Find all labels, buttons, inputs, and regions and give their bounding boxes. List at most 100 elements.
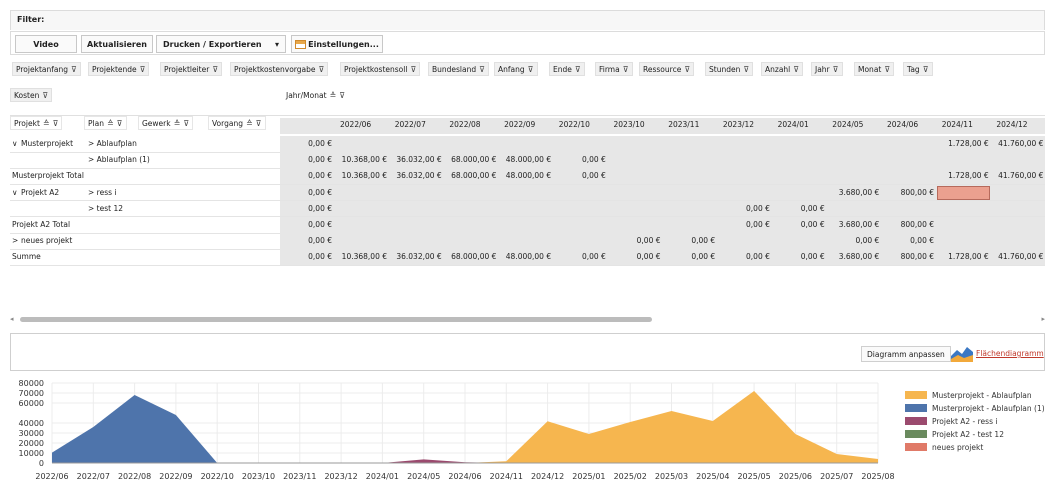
video-button[interactable]: Video [15, 35, 77, 53]
funnel-icon[interactable]: ⊽ [479, 65, 485, 74]
funnel-icon[interactable]: ⊽ [318, 65, 324, 74]
column-header[interactable]: 2022/07 [395, 120, 426, 129]
x-tick-label: 2023/11 [283, 472, 316, 481]
sort-icon[interactable]: ≙ [246, 119, 253, 128]
row-field-chip[interactable]: Vorgang ≙ ⊽ [208, 116, 266, 130]
funnel-icon[interactable]: ⊽ [183, 119, 189, 128]
chevron-down-icon[interactable]: ∨ [12, 188, 18, 197]
row-field-chip[interactable]: Projekt ≙ ⊽ [10, 116, 63, 130]
filter-field-chip[interactable]: Bundesland ⊽ [428, 62, 489, 76]
column-header[interactable]: 2024/01 [778, 120, 809, 129]
funnel-icon[interactable]: ⊽ [256, 119, 262, 128]
table-cell: 0,00 € [746, 203, 770, 213]
x-tick-label: 2024/05 [407, 472, 440, 481]
filter-field-chip[interactable]: Projektleiter ⊽ [160, 62, 223, 76]
filter-field-chip[interactable]: Projektkostensoll ⊽ [340, 62, 421, 76]
scroll-right-icon[interactable]: ▸ [1041, 315, 1045, 323]
chart-type-link[interactable]: Flächendiagramm [976, 349, 1044, 358]
refresh-button[interactable]: Aktualisieren [81, 35, 153, 53]
row-project-label: Musterprojekt Total [12, 171, 84, 181]
print-export-dropdown[interactable]: Drucken / Exportieren ▾ [156, 35, 286, 53]
funnel-icon[interactable]: ⊽ [42, 91, 48, 100]
filter-field-chip[interactable]: Jahr ⊽ [811, 62, 843, 76]
filter-field-chip[interactable]: Ende ⊽ [549, 62, 585, 76]
funnel-icon[interactable]: ⊽ [53, 119, 59, 128]
chevron-right-icon[interactable]: > [12, 236, 18, 245]
column-header[interactable]: 2024/05 [832, 120, 863, 129]
funnel-icon[interactable]: ⊽ [528, 65, 534, 74]
column-header[interactable]: 2024/06 [887, 120, 918, 129]
funnel-icon[interactable]: ⊽ [71, 65, 77, 74]
filter-label: Filter: [17, 15, 45, 24]
x-tick-label: 2025/08 [861, 472, 894, 481]
funnel-icon[interactable]: ⊽ [623, 65, 629, 74]
column-header[interactable]: 2022/08 [449, 120, 480, 129]
funnel-icon[interactable]: ⊽ [884, 65, 890, 74]
filter-field-label: Anzahl [765, 65, 791, 74]
sort-icon[interactable]: ≙ [330, 91, 337, 100]
chart-adjust-button[interactable]: Diagramm anpassen [861, 346, 951, 362]
filter-field-chip[interactable]: Tag ⊽ [903, 62, 933, 76]
filter-field-chip[interactable]: Projektende ⊽ [88, 62, 150, 76]
x-tick-label: 2022/09 [159, 472, 192, 481]
funnel-icon[interactable]: ⊽ [212, 65, 218, 74]
filter-field-chip[interactable]: Stunden ⊽ [705, 62, 754, 76]
row-field-chip[interactable]: Gewerk ≙ ⊽ [138, 116, 194, 130]
scroll-left-icon[interactable]: ◂ [10, 315, 14, 323]
row-plan-label[interactable]: > Ablaufplan [88, 139, 137, 148]
column-field-chip[interactable]: Jahr/Monat ≙ ⊽ [282, 88, 350, 102]
filter-field-chip[interactable]: Ressource ⊽ [639, 62, 695, 76]
column-header[interactable]: 2022/10 [559, 120, 590, 129]
filter-field-label: Monat [858, 65, 882, 74]
filter-field-chip[interactable]: Projektanfang ⊽ [12, 62, 81, 76]
table-cell: 68.000,00 € [451, 155, 497, 165]
funnel-icon[interactable]: ⊽ [833, 65, 839, 74]
filter-field-chip[interactable]: Anfang ⊽ [494, 62, 538, 76]
funnel-icon[interactable]: ⊽ [410, 65, 416, 74]
area-chart-icon[interactable] [951, 344, 973, 362]
funnel-icon[interactable]: ⊽ [743, 65, 749, 74]
row-plan-label[interactable]: > Ablaufplan (1) [88, 155, 150, 164]
filter-field-chip[interactable]: Projektkostenvorgabe ⊽ [230, 62, 329, 76]
row-field-label: Projekt [14, 119, 40, 128]
funnel-icon[interactable]: ⊽ [140, 65, 146, 74]
settings-button[interactable]: Einstellungen... [291, 35, 383, 53]
funnel-icon[interactable]: ⊽ [117, 119, 123, 128]
row-plan-label[interactable]: > test 12 [88, 204, 123, 213]
filter-field-chip[interactable]: Anzahl ⊽ [761, 62, 804, 76]
funnel-icon[interactable]: ⊽ [575, 65, 581, 74]
pivot-grid: Projekt ≙ ⊽ Plan ≙ ⊽ Gewerk ≙ ⊽ Vorgang ≙ ⊽ 2022/06 2… [10, 115, 1045, 266]
filter-field-chip[interactable]: Firma ⊽ [595, 62, 633, 76]
grid-header-row: Projekt ≙ ⊽ Plan ≙ ⊽ Gewerk ≙ ⊽ Vorgang ≙ ⊽ 2022/06 2… [10, 116, 1045, 134]
table-cell: 10.368,00 € [341, 171, 387, 181]
column-header[interactable]: 2024/11 [942, 120, 973, 129]
x-tick-label: 2023/12 [324, 472, 357, 481]
column-header[interactable]: 2022/06 [340, 120, 371, 129]
sort-icon[interactable]: ≙ [174, 119, 181, 128]
funnel-icon[interactable]: ⊽ [923, 65, 929, 74]
filter-field-label: Projektende [92, 65, 137, 74]
row-plan-label[interactable]: > ress i [88, 188, 116, 197]
selected-cell[interactable] [936, 185, 990, 200]
chevron-down-icon[interactable]: ∨ [12, 139, 18, 148]
filter-field-label: Firma [599, 65, 620, 74]
funnel-icon[interactable]: ⊽ [684, 65, 690, 74]
scrollbar-thumb[interactable] [20, 317, 652, 322]
column-header[interactable]: 2023/11 [668, 120, 699, 129]
sort-icon[interactable]: ≙ [43, 119, 50, 128]
x-tick-label: 2022/10 [201, 472, 234, 481]
horizontal-scrollbar[interactable]: ◂ ▸ [10, 315, 1045, 324]
row-field-chip[interactable]: Plan ≙ ⊽ [84, 116, 127, 130]
data-field-chip[interactable]: Kosten ⊽ [10, 88, 53, 102]
column-header[interactable]: 2024/12 [996, 120, 1027, 129]
row-project-label: Musterprojekt [21, 139, 74, 148]
funnel-icon[interactable]: ⊽ [339, 91, 345, 100]
funnel-icon[interactable]: ⊽ [793, 65, 799, 74]
filter-field-chip[interactable]: Monat ⊽ [854, 62, 895, 76]
column-header[interactable]: 2023/10 [614, 120, 645, 129]
table-cell: 3.680,00 € [838, 187, 880, 197]
sort-icon[interactable]: ≙ [107, 119, 114, 128]
column-header[interactable]: 2022/09 [504, 120, 535, 129]
column-header[interactable]: 2023/12 [723, 120, 754, 129]
x-tick-label: 2025/06 [779, 472, 812, 481]
